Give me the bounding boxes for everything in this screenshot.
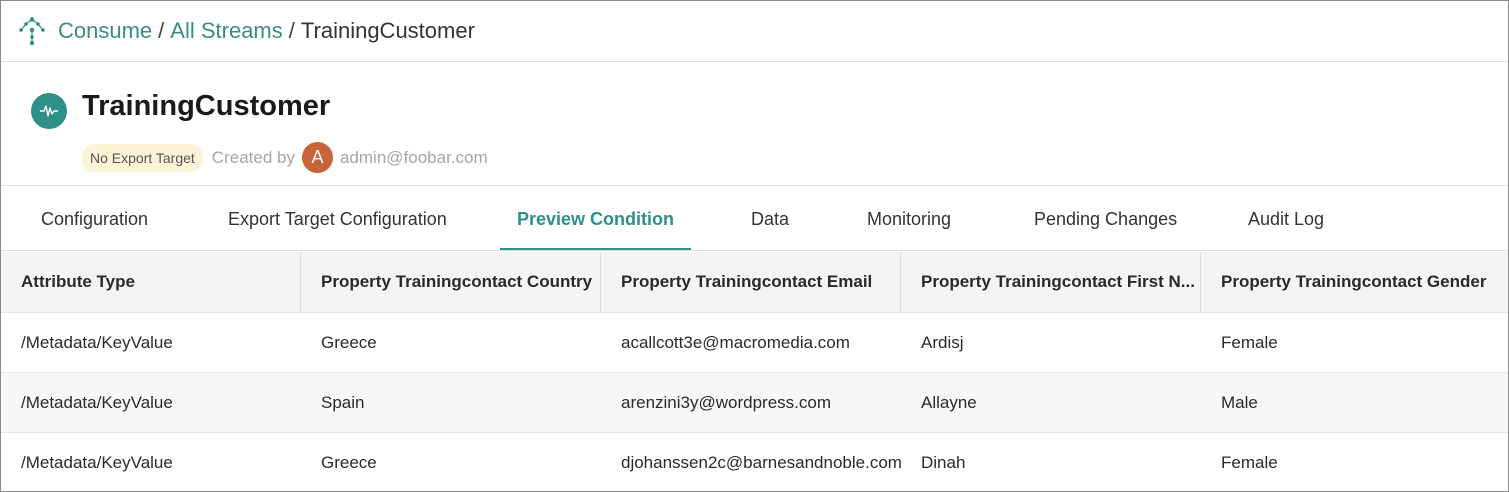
waveform-icon	[31, 93, 67, 129]
tab-preview-condition[interactable]: Preview Condition	[500, 186, 691, 250]
status-badge: No Export Target	[82, 143, 203, 172]
table-cell: Greece	[321, 452, 377, 472]
tab-export-target-configuration[interactable]: Export Target Configuration	[228, 186, 447, 250]
table-row[interactable]: /Metadata/KeyValue Greece acallcott3e@ma…	[1, 313, 1508, 373]
tab-monitoring[interactable]: Monitoring	[867, 186, 951, 250]
column-header[interactable]: Attribute Type	[1, 252, 301, 312]
table-cell: /Metadata/KeyValue	[21, 452, 173, 472]
breadcrumb-current: TrainingCustomer	[300, 18, 475, 43]
breadcrumb: Consume / All Streams / TrainingCustomer	[58, 18, 475, 44]
app-window: Consume / All Streams / TrainingCustomer…	[0, 0, 1509, 492]
table-row[interactable]: /Metadata/KeyValue Spain arenzini3y@word…	[1, 373, 1508, 433]
table-cell: Male	[1221, 392, 1258, 412]
table-cell: arenzini3y@wordpress.com	[621, 392, 832, 412]
avatar: A	[301, 142, 333, 173]
top-bar: Consume / All Streams / TrainingCustomer	[1, 1, 1508, 62]
stream-header: TrainingCustomer No Export Target Create…	[1, 62, 1508, 186]
column-header[interactable]: Property Trainingcontact Email	[601, 252, 901, 312]
table-cell: Ardisj	[921, 332, 964, 352]
table-cell: Allayne	[921, 392, 977, 412]
table-cell: Dinah	[921, 452, 966, 472]
created-by-label: Created by	[211, 147, 295, 167]
table-cell: djohanssen2c@barnesandnoble.com	[621, 452, 901, 472]
column-header[interactable]: Property Trainingcontact First N...	[901, 252, 1201, 312]
stream-logo-icon[interactable]	[16, 15, 48, 47]
table-cell: /Metadata/KeyValue	[21, 392, 173, 412]
table-cell: Greece	[321, 332, 377, 352]
tab-configuration[interactable]: Configuration	[41, 186, 148, 250]
table-cell: Female	[1221, 332, 1278, 352]
tab-bar: Configuration Export Target Configuratio…	[1, 186, 1508, 251]
breadcrumb-separator: /	[158, 18, 165, 43]
preview-table: Attribute Type Property Trainingcontact …	[1, 252, 1508, 491]
stream-meta: No Export Target Created by A admin@foob…	[82, 142, 488, 173]
table-cell: /Metadata/KeyValue	[21, 332, 173, 352]
tab-data[interactable]: Data	[751, 186, 789, 250]
tab-pending-changes[interactable]: Pending Changes	[1034, 186, 1177, 250]
table-cell: acallcott3e@macromedia.com	[621, 332, 850, 352]
breadcrumb-all-streams[interactable]: All Streams	[170, 18, 282, 44]
column-header[interactable]: Property Trainingcontact Gender	[1201, 252, 1508, 312]
table-cell: Spain	[321, 392, 365, 412]
page-title: TrainingCustomer	[82, 90, 331, 122]
tab-audit-log[interactable]: Audit Log	[1248, 186, 1324, 250]
creator-email: admin@foobar.com	[339, 147, 488, 167]
breadcrumb-consume[interactable]: Consume	[58, 18, 152, 44]
table-header-row: Attribute Type Property Trainingcontact …	[1, 252, 1508, 313]
column-header[interactable]: Property Trainingcontact Country	[301, 252, 601, 312]
table-row[interactable]: /Metadata/KeyValue Greece djohanssen2c@b…	[1, 433, 1508, 491]
breadcrumb-separator: /	[288, 18, 295, 43]
table-cell: Female	[1221, 452, 1278, 472]
